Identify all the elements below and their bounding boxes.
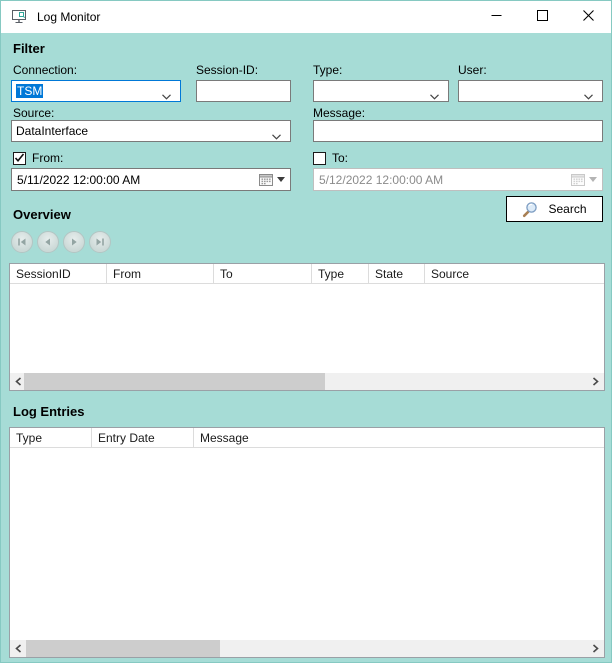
connection-combobox[interactable]: TSM — [11, 80, 181, 102]
overview-table: SessionID From To Type State Source — [9, 263, 605, 391]
column-header-type[interactable]: Type — [312, 264, 369, 283]
overview-heading: Overview — [13, 207, 71, 222]
app-monitor-icon — [11, 9, 28, 25]
connection-label: Connection: — [13, 63, 77, 77]
log-entries-hscrollbar[interactable] — [10, 640, 604, 657]
previous-page-button[interactable] — [37, 231, 59, 253]
column-header-to[interactable]: To — [214, 264, 312, 283]
search-button-label: Search — [548, 202, 586, 216]
minimize-icon — [491, 8, 502, 26]
to-checkbox[interactable] — [313, 152, 326, 165]
calendar-icon — [571, 173, 585, 186]
column-header-from[interactable]: From — [107, 264, 214, 283]
from-checkbox[interactable] — [13, 152, 26, 165]
from-checkbox-row: From: — [13, 151, 63, 165]
overview-scroll-thumb[interactable] — [24, 373, 325, 390]
filter-heading: Filter — [13, 41, 45, 56]
last-page-button[interactable] — [89, 231, 111, 253]
session-id-label: Session-ID: — [196, 63, 258, 77]
to-checkbox-row: To: — [313, 151, 348, 165]
chevron-down-icon — [430, 89, 439, 103]
first-page-icon — [17, 237, 27, 247]
minimize-button[interactable] — [473, 1, 519, 33]
user-combobox[interactable] — [458, 80, 603, 102]
log-entries-table-body — [10, 448, 604, 640]
column-header-entry-date[interactable]: Entry Date — [92, 428, 194, 447]
source-value: DataInterface — [16, 124, 88, 138]
calendar-icon — [259, 173, 273, 186]
magnifier-icon — [522, 201, 539, 218]
column-header-sessionid[interactable]: SessionID — [10, 264, 107, 283]
chevron-down-icon — [584, 89, 593, 103]
dropdown-arrow-icon — [277, 177, 285, 182]
first-page-button[interactable] — [11, 231, 33, 253]
scroll-right-icon[interactable] — [587, 640, 604, 657]
pager-navbar — [11, 231, 111, 253]
message-label: Message: — [313, 106, 365, 120]
titlebar: Log Monitor — [1, 1, 611, 33]
column-header-state[interactable]: State — [369, 264, 425, 283]
log-entries-heading: Log Entries — [13, 404, 85, 419]
scroll-left-icon[interactable] — [10, 640, 27, 657]
from-label: From: — [32, 151, 63, 165]
overview-table-body — [10, 284, 604, 373]
previous-page-icon — [43, 237, 53, 247]
chevron-down-icon — [272, 129, 281, 143]
to-date-value: 5/12/2022 12:00:00 AM — [319, 173, 443, 187]
from-date-value: 5/11/2022 12:00:00 AM — [17, 173, 140, 187]
source-label: Source: — [13, 106, 54, 120]
overview-table-header: SessionID From To Type State Source — [10, 264, 604, 284]
log-entries-scroll-thumb[interactable] — [26, 640, 220, 657]
dropdown-arrow-icon — [589, 177, 597, 182]
log-monitor-window: Log Monitor Filter Connection: S — [0, 0, 612, 663]
type-label: Type: — [313, 63, 342, 77]
user-label: User: — [458, 63, 487, 77]
close-button[interactable] — [565, 1, 611, 33]
log-entries-table-header: Type Entry Date Message — [10, 428, 604, 448]
next-page-icon — [69, 237, 79, 247]
search-button[interactable]: Search — [506, 196, 603, 222]
to-label: To: — [332, 151, 348, 165]
last-page-icon — [95, 237, 105, 247]
maximize-icon — [537, 8, 548, 26]
window-title: Log Monitor — [37, 10, 100, 24]
source-combobox[interactable]: DataInterface — [11, 120, 291, 142]
connection-value: TSM — [16, 84, 43, 98]
checkmark-icon — [14, 153, 25, 163]
overview-hscrollbar[interactable] — [10, 373, 604, 390]
caption-buttons — [473, 1, 611, 33]
client-area: Filter Connection: Session-ID: Type: Use… — [1, 33, 611, 662]
message-input[interactable] — [313, 120, 603, 142]
from-datepicker[interactable]: 5/11/2022 12:00:00 AM — [11, 168, 291, 191]
scroll-right-icon[interactable] — [587, 373, 604, 390]
close-icon — [583, 8, 594, 26]
session-id-input[interactable] — [196, 80, 291, 102]
chevron-down-icon — [162, 89, 171, 103]
maximize-button[interactable] — [519, 1, 565, 33]
column-header-source[interactable]: Source — [425, 264, 604, 283]
to-datepicker[interactable]: 5/12/2022 12:00:00 AM — [313, 168, 603, 191]
type-combobox[interactable] — [313, 80, 449, 102]
column-header-type[interactable]: Type — [10, 428, 92, 447]
next-page-button[interactable] — [63, 231, 85, 253]
column-header-message[interactable]: Message — [194, 428, 604, 447]
log-entries-table: Type Entry Date Message — [9, 427, 605, 658]
